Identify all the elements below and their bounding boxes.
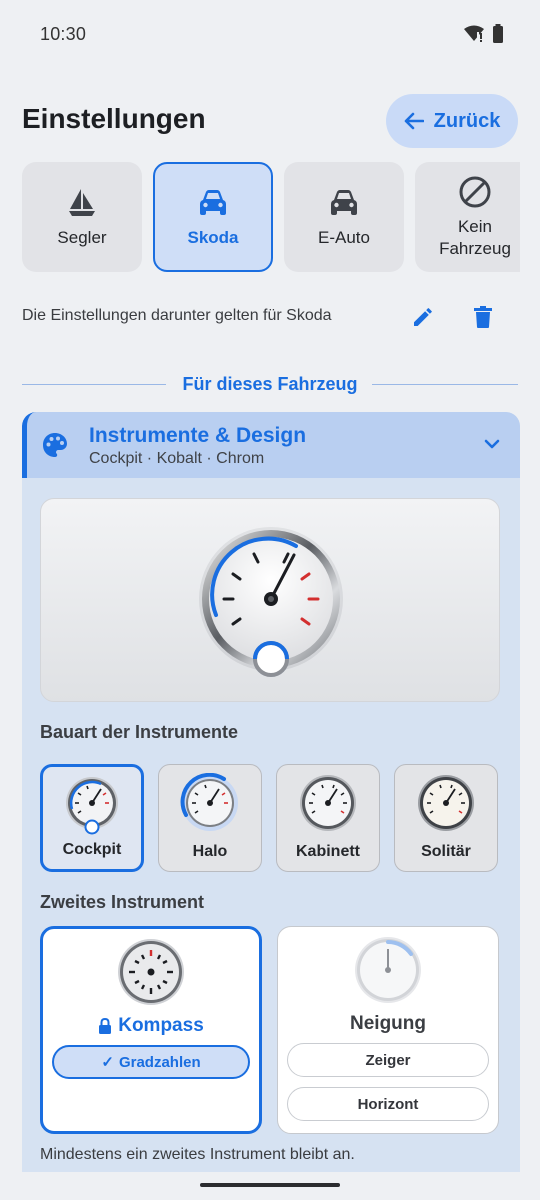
vehicle-card-kein-fahrzeug[interactable]: Kein Fahrzeug: [415, 162, 520, 272]
instrument-preview: [40, 498, 500, 702]
gauge-cockpit-icon: [66, 777, 118, 835]
second-card-neigung[interactable]: Neigung Zeiger Horizont: [277, 926, 499, 1134]
vehicle-label: Kein Fahrzeug: [439, 217, 511, 258]
vehicle-card-skoda[interactable]: Skoda: [153, 162, 273, 272]
info-row: Die Einstellungen darunter gelten für Sk…: [22, 300, 518, 334]
block-icon: [459, 176, 491, 208]
chip-zeiger[interactable]: Zeiger: [287, 1043, 489, 1077]
status-time: 10:30: [40, 24, 87, 44]
compass-label: Kompass: [118, 1015, 204, 1036]
arrow-left-icon: [404, 112, 424, 130]
style-label: Kabinett: [296, 843, 360, 860]
status-icons: [464, 24, 504, 44]
chip-horizont[interactable]: Horizont: [287, 1087, 489, 1121]
vehicle-card-e-auto[interactable]: E-Auto: [284, 162, 404, 272]
vehicle-label: E-Auto: [318, 228, 370, 247]
trash-icon: [474, 306, 492, 328]
car-icon: [200, 190, 226, 215]
style-card-cockpit[interactable]: Cockpit: [40, 764, 144, 872]
back-label: Zurück: [433, 109, 501, 132]
panel-title: Instrumente & Design: [89, 424, 307, 447]
second-card-kompass[interactable]: Kompass ✓ Gradzahlen: [40, 926, 262, 1134]
gauge-solitaer-icon: [418, 775, 474, 831]
status-bar: 10:30: [0, 0, 540, 68]
style-card-kabinett[interactable]: Kabinett: [276, 764, 380, 872]
vehicle-card-segler[interactable]: Segler: [22, 162, 142, 272]
section-divider: Für dieses Fahrzeug: [22, 372, 518, 398]
home-indicator[interactable]: [200, 1183, 340, 1187]
style-label: Solitär: [421, 843, 471, 860]
vehicle-label: Skoda: [187, 228, 239, 247]
back-button[interactable]: Zurück: [386, 94, 518, 148]
style-label: Halo: [192, 843, 228, 860]
sailboat-icon: [69, 189, 95, 216]
panel-subtitle: Cockpit · Kobalt · Chrom: [89, 450, 265, 467]
edit-button[interactable]: [408, 302, 438, 332]
gauge-kabinett-icon: [300, 775, 356, 831]
gauge-preview: [199, 527, 343, 677]
tilt-gauge-icon: [355, 937, 421, 1003]
page-title: Einstellungen: [22, 103, 206, 134]
second-group-label: Zweites Instrument: [40, 892, 205, 912]
palette-icon: [43, 433, 67, 457]
style-label: Cockpit: [62, 841, 122, 858]
battery-icon: [493, 24, 503, 43]
check-icon: ✓: [101, 1054, 114, 1071]
gauge-halo-icon: [180, 773, 238, 831]
style-card-halo[interactable]: Halo: [158, 764, 262, 872]
vehicle-label: Segler: [57, 228, 107, 247]
chevron-down-icon[interactable]: [482, 434, 502, 454]
wifi-icon: [464, 25, 484, 42]
chip-gradzahlen[interactable]: ✓ Gradzahlen: [52, 1045, 250, 1079]
pencil-icon: [414, 308, 432, 326]
instruments-panel: Instrumente & Design Cockpit · Kobalt · …: [22, 412, 520, 1172]
car-icon: [331, 190, 357, 215]
style-card-solitaer[interactable]: Solitär: [394, 764, 498, 872]
divider-line: [372, 384, 518, 385]
style-group-label: Bauart der Instrumente: [40, 722, 239, 742]
panel-header[interactable]: Instrumente & Design Cockpit · Kobalt · …: [22, 412, 520, 478]
vehicle-selector: Segler Skoda E-Auto Kein Fahrzeug: [22, 162, 520, 274]
footnote: Mindestens ein zweites Instrument bleibt…: [40, 1146, 355, 1163]
chip-label: Gradzahlen: [118, 1053, 201, 1071]
compass-title: Kompass: [43, 1015, 259, 1037]
header: Einstellungen Zurück: [22, 92, 518, 148]
delete-button[interactable]: [468, 302, 498, 332]
info-text: Die Einstellungen darunter gelten für Sk…: [22, 307, 332, 324]
lock-icon: [99, 1018, 112, 1034]
tilt-title: Neigung: [350, 1013, 426, 1034]
compass-gauge-icon: [118, 939, 184, 1005]
